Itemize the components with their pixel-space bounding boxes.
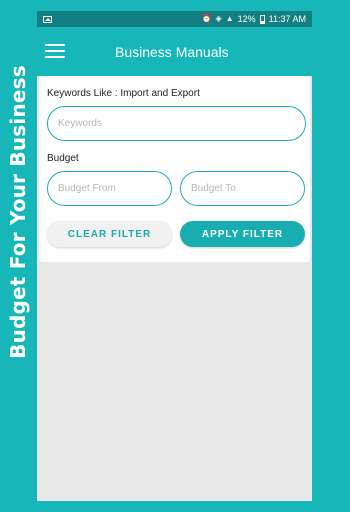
menu-line-2 bbox=[45, 50, 65, 52]
side-banner-text: Budget For Your Business bbox=[6, 65, 30, 359]
budget-from-input[interactable]: Budget From bbox=[47, 171, 172, 206]
menu-line-1 bbox=[45, 44, 65, 46]
battery-icon bbox=[259, 14, 265, 24]
side-banner: Budget For Your Business bbox=[0, 0, 36, 512]
apply-filter-button[interactable]: APPLY FILTER bbox=[180, 221, 305, 247]
signal-icon: ▲ bbox=[225, 14, 234, 23]
status-right: ⏰ ◈ ▲ 12% 11:37 AM bbox=[202, 14, 306, 24]
status-time: 11:37 AM bbox=[268, 14, 306, 24]
wifi-icon: ◈ bbox=[215, 14, 222, 23]
keywords-input[interactable]: Keywords bbox=[47, 106, 306, 141]
app-title: Business Manuals bbox=[115, 44, 229, 60]
screenshot-frame: Budget For Your Business ⏰ ◈ ▲ 12% 11:37… bbox=[0, 0, 350, 512]
battery-percent: 12% bbox=[237, 14, 256, 24]
budget-to-input[interactable]: Budget To bbox=[180, 171, 305, 206]
clear-filter-button[interactable]: CLEAR FILTER bbox=[47, 221, 172, 247]
phone-screen: ⏰ ◈ ▲ 12% 11:37 AM Business Manuals Keyw… bbox=[37, 11, 312, 501]
gallery-icon bbox=[43, 15, 52, 23]
status-bar: ⏰ ◈ ▲ 12% 11:37 AM bbox=[37, 11, 312, 27]
status-left bbox=[43, 15, 52, 23]
budget-label: Budget bbox=[47, 153, 79, 164]
app-bar: Business Manuals bbox=[37, 27, 312, 76]
menu-icon[interactable] bbox=[45, 41, 67, 61]
alarm-icon: ⏰ bbox=[201, 14, 212, 23]
menu-line-3 bbox=[45, 56, 65, 58]
keywords-label: Keywords Like : Import and Export bbox=[47, 88, 200, 99]
filter-card: Keywords Like : Import and Export Keywor… bbox=[39, 76, 310, 262]
